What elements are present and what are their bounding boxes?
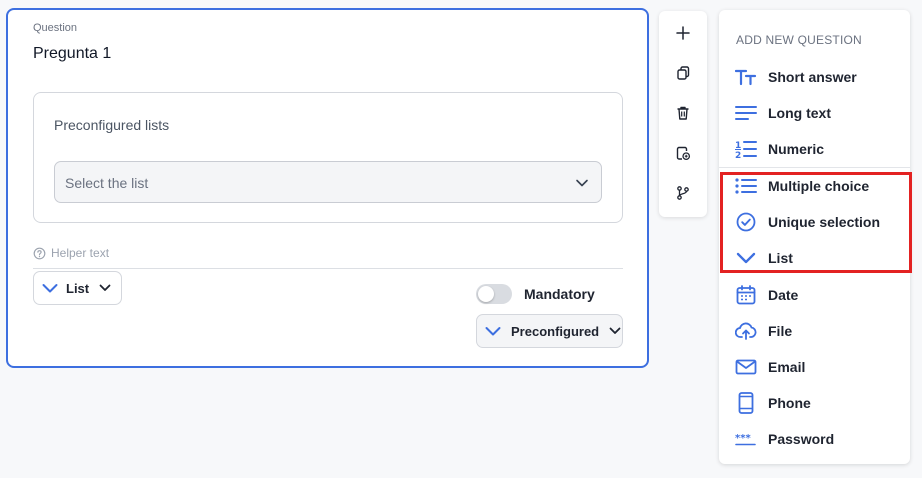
option-multiple-choice[interactable]: Multiple choice: [735, 174, 869, 198]
duplicate-icon[interactable]: [673, 63, 693, 83]
dropdown-arrow-icon: [99, 283, 111, 293]
helper-text[interactable]: Helper text: [33, 246, 109, 260]
mandatory-label: Mandatory: [524, 286, 595, 302]
svg-text:***: ***: [735, 433, 751, 444]
option-list[interactable]: List: [735, 246, 793, 270]
text-size-icon: [735, 66, 757, 88]
chevron-down-icon: [735, 247, 757, 269]
branch-icon[interactable]: [673, 183, 693, 203]
mandatory-row: Mandatory: [476, 284, 595, 304]
option-long-text[interactable]: Long text: [735, 101, 831, 125]
mandatory-toggle[interactable]: [476, 284, 512, 304]
add-icon[interactable]: [673, 23, 693, 43]
option-label: Long text: [768, 105, 831, 121]
panel-divider: [719, 167, 910, 168]
clipboard-add-icon[interactable]: [673, 143, 693, 163]
dropdown-arrow-icon: [609, 326, 621, 336]
calendar-icon: [735, 284, 757, 306]
option-date[interactable]: Date: [735, 283, 798, 307]
option-label: Numeric: [768, 141, 825, 157]
option-file[interactable]: File: [735, 319, 792, 343]
phone-icon: [735, 392, 757, 414]
help-circle-icon: [33, 247, 46, 260]
list-source-dropdown[interactable]: Preconfigured: [476, 314, 623, 348]
option-email[interactable]: Email: [735, 355, 805, 379]
option-label: List: [768, 250, 793, 266]
option-numeric[interactable]: 1 2 Numeric: [735, 137, 824, 161]
cloud-upload-icon: [735, 320, 757, 342]
preconfigured-lists-title: Preconfigured lists: [54, 117, 170, 133]
check-circle-icon: [735, 211, 757, 233]
list-select-placeholder: Select the list: [65, 175, 149, 191]
preconfigured-lists-box: Preconfigured lists Select the list: [33, 92, 623, 223]
question-toolbar: [659, 11, 707, 217]
option-password[interactable]: *** Password: [735, 427, 834, 451]
question-type-label: List: [66, 280, 90, 296]
list-source-label: Preconfigured: [511, 323, 600, 339]
chevron-down-icon: [42, 282, 58, 294]
option-label: File: [768, 323, 793, 339]
option-label: Short answer: [768, 69, 857, 85]
list-select[interactable]: Select the list: [54, 161, 602, 203]
bullet-list-icon: [735, 175, 757, 197]
option-label: Email: [768, 359, 806, 375]
trash-icon[interactable]: [673, 103, 693, 123]
mail-icon: [735, 356, 757, 378]
chevron-down-icon: [485, 325, 501, 337]
add-question-panel: ADD NEW QUESTION Short answer Long text …: [719, 10, 910, 464]
option-short-answer[interactable]: Short answer: [735, 65, 857, 89]
option-unique-selection[interactable]: Unique selection: [735, 210, 880, 234]
question-title[interactable]: Pregunta 1: [33, 45, 111, 63]
option-label: Unique selection: [768, 214, 881, 230]
toggle-knob: [478, 286, 494, 302]
password-icon: ***: [735, 428, 757, 450]
question-type-dropdown[interactable]: List: [33, 271, 122, 305]
option-label: Multiple choice: [768, 178, 870, 194]
option-label: Password: [768, 431, 835, 447]
divider: [33, 268, 623, 269]
panel-title: ADD NEW QUESTION: [736, 33, 862, 47]
numeric-list-icon: 1 2: [735, 138, 757, 160]
option-label: Date: [768, 287, 799, 303]
helper-text-label: Helper text: [51, 246, 110, 260]
question-caption: Question: [33, 22, 78, 34]
option-phone[interactable]: Phone: [735, 391, 811, 415]
svg-text:2: 2: [735, 151, 741, 159]
chevron-down-icon: [575, 176, 589, 190]
option-label: Phone: [768, 395, 811, 411]
question-card[interactable]: Question Pregunta 1 Preconfigured lists …: [6, 8, 649, 368]
long-text-icon: [735, 102, 757, 124]
